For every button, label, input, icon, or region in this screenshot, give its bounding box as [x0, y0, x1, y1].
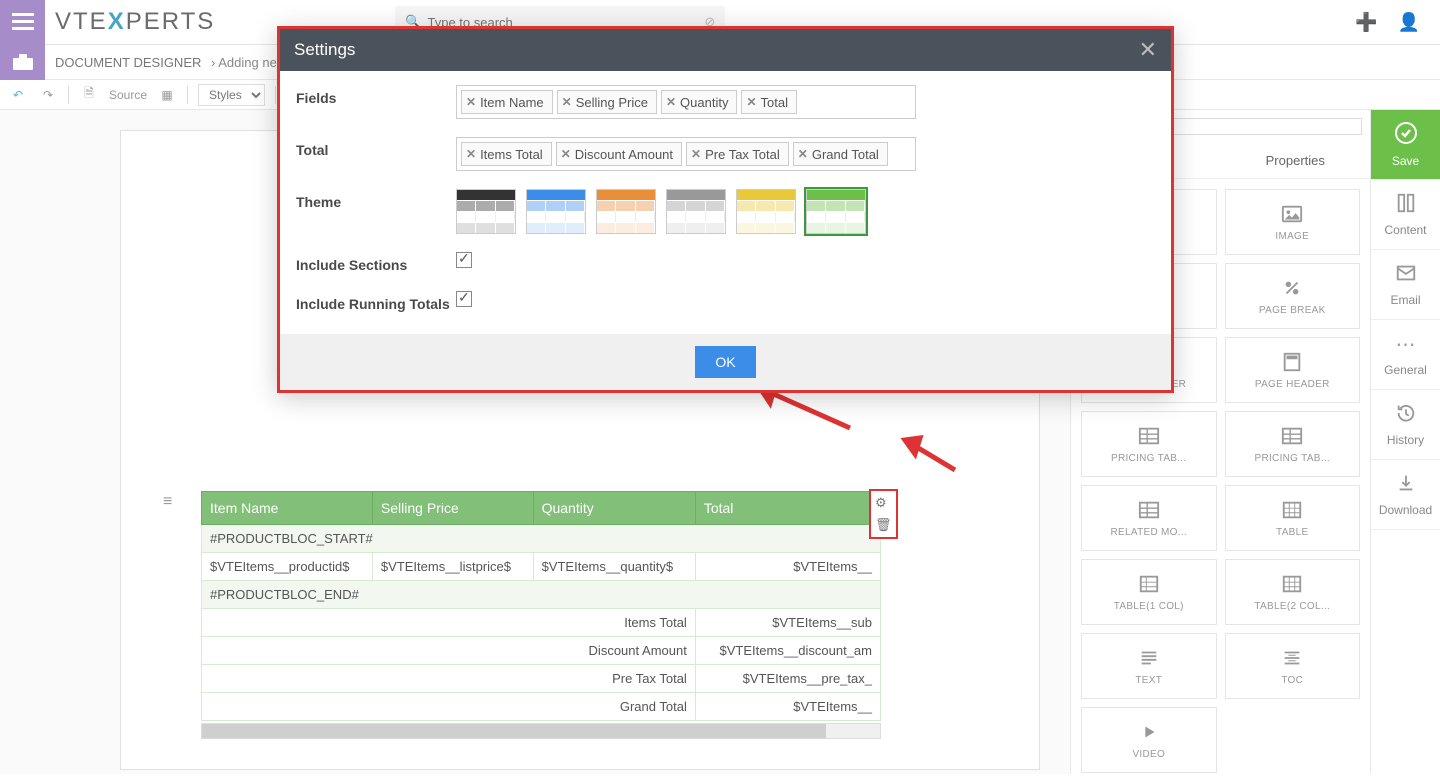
rail-save[interactable]: Save — [1371, 110, 1440, 180]
block-video[interactable]: VIDEO — [1081, 707, 1217, 773]
col-total: Total — [695, 492, 880, 525]
settings-block-icon[interactable]: ⚙ — [875, 495, 892, 511]
chevron-right-icon: › — [211, 55, 215, 70]
rail-general[interactable]: ⋯General — [1371, 320, 1440, 390]
remove-tag-icon[interactable]: ✕ — [666, 95, 676, 109]
layout-icon[interactable]: ▦ — [157, 85, 177, 105]
remove-tag-icon[interactable]: ✕ — [746, 95, 756, 109]
totals-row: Items Total$VTEItems__sub — [202, 609, 881, 637]
breadcrumb: DOCUMENT DESIGNER › Adding new — [55, 55, 286, 70]
block-table-2col[interactable]: TABLE(2 COL... — [1225, 559, 1361, 625]
include-running-totals-checkbox[interactable] — [456, 291, 472, 307]
hamburger-icon — [12, 13, 34, 31]
block-pricing-table-1[interactable]: PRICING TAB... — [1081, 411, 1217, 477]
undo-button[interactable]: ↶ — [8, 85, 28, 105]
rail-history[interactable]: History — [1371, 390, 1440, 460]
total-tag-input[interactable]: ✕Items Total✕Discount Amount✕Pre Tax Tot… — [456, 137, 916, 171]
theme-option[interactable] — [596, 189, 656, 234]
rail-email[interactable]: Email — [1371, 250, 1440, 320]
theme-option[interactable] — [526, 189, 586, 234]
total-label: Total — [296, 137, 456, 158]
item-row: $VTEItems__productid$ $VTEItems__listpri… — [202, 553, 881, 581]
col-item-name: Item Name — [202, 492, 373, 525]
fields-label: Fields — [296, 85, 456, 106]
block-table[interactable]: TABLE — [1225, 485, 1361, 551]
settings-modal: Settings ✕ Fields ✕Item Name✕Selling Pri… — [277, 26, 1174, 393]
block-text[interactable]: TEXT — [1081, 633, 1217, 699]
modal-title: Settings — [294, 40, 355, 60]
briefcase-icon — [13, 54, 33, 70]
tag[interactable]: ✕Item Name — [461, 90, 553, 114]
menu-toggle[interactable] — [0, 0, 45, 45]
tag[interactable]: ✕Grand Total — [793, 142, 888, 166]
theme-label: Theme — [296, 189, 456, 210]
tab-properties[interactable]: Properties — [1221, 143, 1371, 178]
breadcrumb-module[interactable]: DOCUMENT DESIGNER — [55, 55, 201, 70]
remove-tag-icon[interactable]: ✕ — [798, 147, 808, 161]
fields-tag-input[interactable]: ✕Item Name✕Selling Price✕Quantity✕Total — [456, 85, 916, 119]
block-actions: ⚙ 🗑 — [869, 489, 898, 539]
remove-tag-icon[interactable]: ✕ — [466, 147, 476, 161]
tag[interactable]: ✕Selling Price — [557, 90, 657, 114]
remove-tag-icon[interactable]: ✕ — [466, 95, 476, 109]
history-icon — [1395, 402, 1417, 427]
theme-option[interactable] — [736, 189, 796, 234]
action-rail: SaveContentEmail⋯GeneralHistoryDownload — [1370, 110, 1440, 774]
theme-option[interactable] — [806, 189, 866, 234]
styles-select[interactable]: Styles — [198, 84, 265, 106]
remove-tag-icon[interactable]: ✕ — [561, 147, 571, 161]
tag[interactable]: ✕Discount Amount — [556, 142, 682, 166]
remove-tag-icon[interactable]: ✕ — [691, 147, 701, 161]
save-icon — [1394, 121, 1418, 148]
include-sections-checkbox[interactable] — [456, 252, 472, 268]
horizontal-scrollbar[interactable] — [201, 723, 881, 739]
tag[interactable]: ✕Total — [741, 90, 797, 114]
pricing-table[interactable]: Item Name Selling Price Quantity Total #… — [201, 491, 881, 721]
block-table-1col[interactable]: TABLE(1 COL) — [1081, 559, 1217, 625]
include-running-totals-label: Include Running Totals — [296, 291, 456, 312]
content-icon — [1395, 192, 1417, 217]
product-bloc-start: #PRODUCTBLOC_START# — [202, 525, 881, 553]
tag[interactable]: ✕Items Total — [461, 142, 552, 166]
block-toc[interactable]: TOC — [1225, 633, 1361, 699]
source-icon: 🗎 — [79, 85, 99, 105]
module-icon — [0, 45, 45, 80]
tag[interactable]: ✕Pre Tax Total — [686, 142, 789, 166]
add-icon[interactable]: ➕ — [1355, 12, 1377, 33]
close-icon[interactable]: ✕ — [1139, 39, 1157, 61]
block-image[interactable]: IMAGE — [1225, 189, 1361, 255]
col-selling-price: Selling Price — [372, 492, 533, 525]
theme-picker — [456, 189, 1155, 234]
block-page-header[interactable]: PAGE HEADER — [1225, 337, 1361, 403]
theme-option[interactable] — [456, 189, 516, 234]
ok-button[interactable]: OK — [695, 346, 755, 378]
col-quantity: Quantity — [533, 492, 695, 525]
source-button[interactable]: Source — [109, 88, 147, 102]
block-page-break[interactable]: PAGE BREAK — [1225, 263, 1361, 329]
theme-option[interactable] — [666, 189, 726, 234]
include-sections-label: Include Sections — [296, 252, 456, 273]
app-logo: VTEXPERTS — [55, 8, 215, 36]
delete-block-icon[interactable]: 🗑 — [875, 517, 892, 533]
download-icon — [1395, 472, 1417, 497]
block-pricing-table-2[interactable]: PRICING TAB... — [1225, 411, 1361, 477]
email-icon — [1395, 262, 1417, 287]
general-icon: ⋯ — [1396, 332, 1416, 357]
block-related-module[interactable]: RELATED MO... — [1081, 485, 1217, 551]
tag[interactable]: ✕Quantity — [661, 90, 737, 114]
product-bloc-end: #PRODUCTBLOC_END# — [202, 581, 881, 609]
remove-tag-icon[interactable]: ✕ — [562, 95, 572, 109]
annotation-arrow-2 — [895, 430, 975, 483]
rail-content[interactable]: Content — [1371, 180, 1440, 250]
redo-button[interactable]: ↷ — [38, 85, 58, 105]
user-icon[interactable]: 👤 — [1398, 12, 1420, 33]
block-drag-handle[interactable]: ≡ — [163, 493, 172, 511]
rail-download[interactable]: Download — [1371, 460, 1440, 530]
